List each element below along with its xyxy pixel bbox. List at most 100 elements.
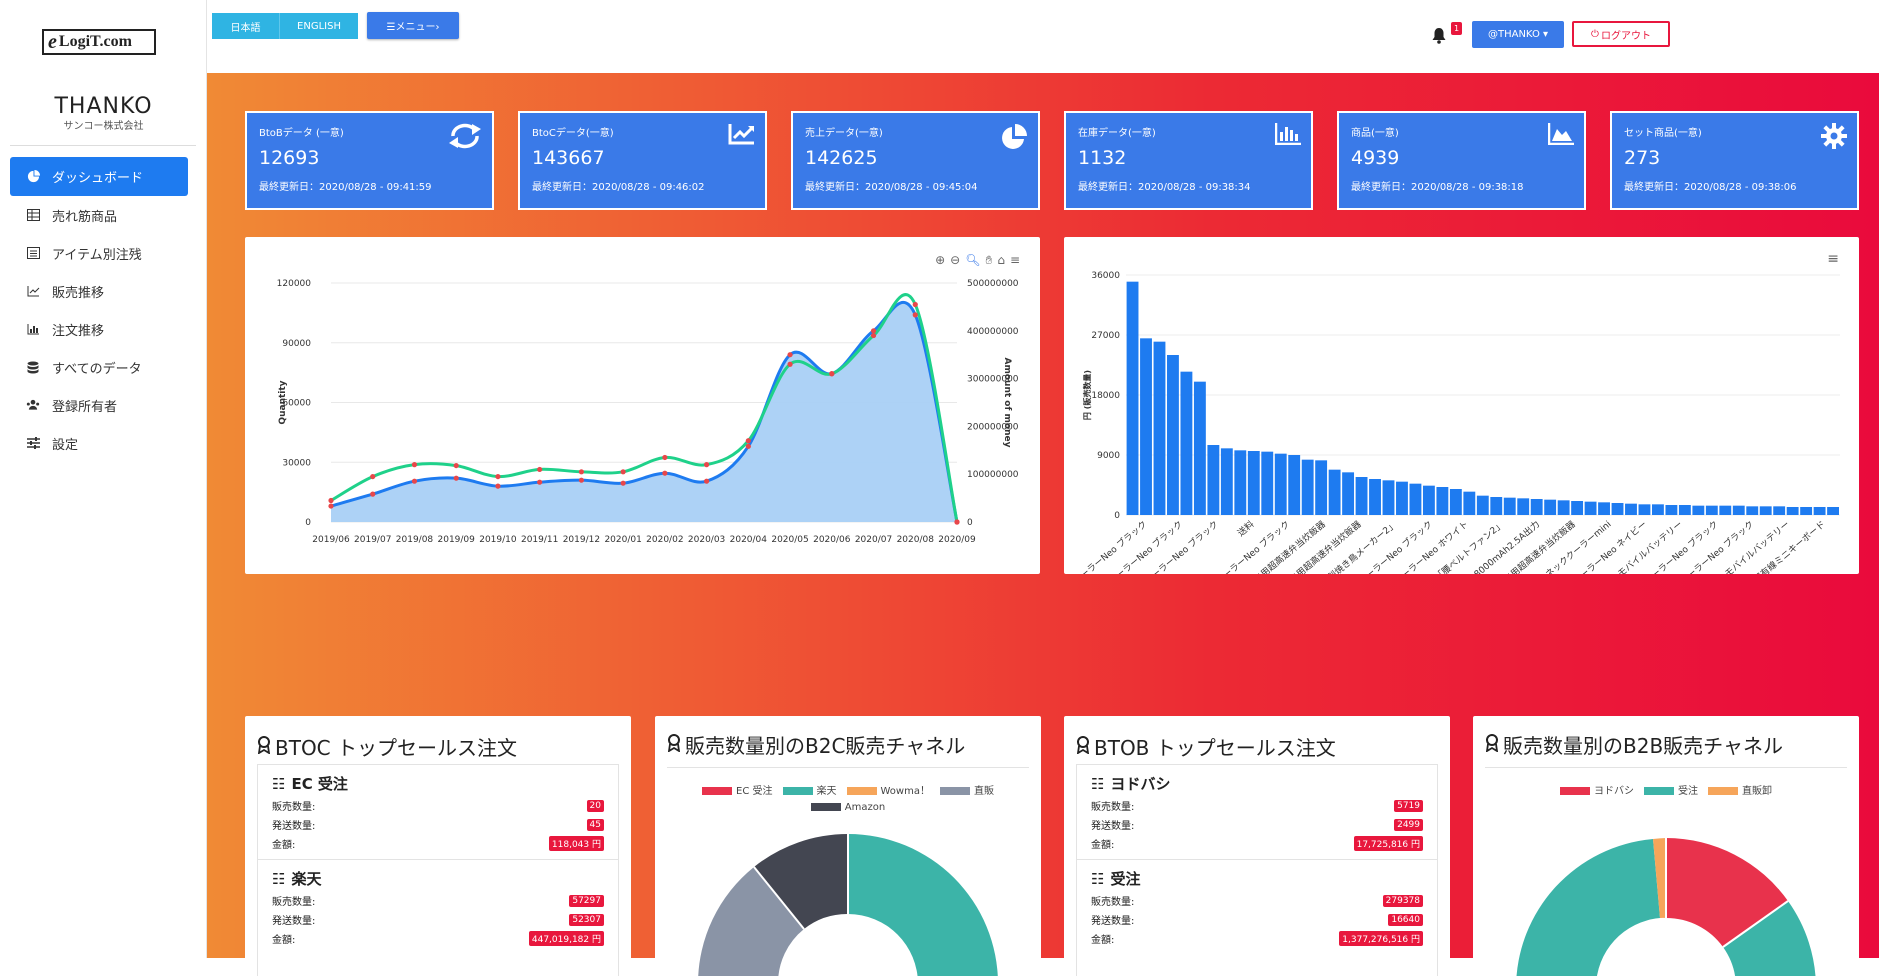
x-tick-label: 2020/06 [813, 535, 851, 545]
bar [1342, 472, 1354, 515]
bar [1571, 501, 1583, 515]
hamburger-icon[interactable]: ≡ [1010, 253, 1020, 268]
amount-point [370, 474, 375, 479]
sidebar-divider [10, 145, 196, 146]
poll-icon [1275, 123, 1301, 149]
sidebar-item-owners[interactable]: 登録所有者 [10, 386, 188, 424]
sync-icon [448, 123, 482, 153]
b2c-title: 販売数量別のB2C販売チャネル [655, 716, 1041, 759]
bar [1140, 338, 1152, 515]
card-value: 12693 [259, 147, 480, 169]
area-chart-icon [1548, 123, 1574, 149]
bar [1760, 506, 1772, 515]
sidebar-item-label: 登録所有者 [52, 396, 117, 415]
amount-point [746, 438, 751, 443]
lang-ja-button[interactable]: 日本語 [212, 13, 280, 39]
sidebar-item-sales-trend[interactable]: 販売推移 [10, 272, 188, 310]
amount-point [495, 474, 500, 479]
legend-item[interactable]: EC 受注 [702, 782, 772, 797]
legend-item[interactable]: 受注 [1644, 782, 1698, 797]
card-value: 4939 [1351, 147, 1572, 169]
logit-logo[interactable]: eLogiT.com [42, 29, 156, 55]
award-icon [667, 733, 681, 757]
bar [1585, 502, 1597, 515]
legend-item[interactable]: ヨドバシ [1560, 782, 1634, 797]
stat-card-inventory[interactable]: 在庫データ(一意) 1132 最終更新日：2020/08/28 - 09:38:… [1064, 111, 1313, 210]
stat-card-btob[interactable]: BtoBデータ (一意) 12693 最終更新日：2020/08/28 - 09… [245, 111, 494, 210]
quantity-area [331, 302, 957, 522]
btoc-group-title: ☷楽天 [272, 868, 604, 889]
pan-icon[interactable]: ✋︎ [985, 253, 992, 268]
bar [1154, 342, 1166, 515]
y2-tick-label: 500000000 [967, 279, 1019, 289]
hamburger-icon[interactable]: ≡ [1827, 251, 1839, 267]
sidebar-item-dashboard[interactable]: ダッシュボード [10, 157, 188, 196]
bar [1544, 500, 1556, 515]
bar [1639, 504, 1651, 515]
value-badge: 2499 [1394, 819, 1423, 831]
legend-item[interactable]: 楽天 [783, 782, 837, 797]
quantity-point [454, 476, 459, 481]
x-tick-label: 2019/12 [563, 535, 600, 545]
x-tick-label: 2019/06 [312, 535, 350, 545]
menu-button[interactable]: ☰メニュー› [367, 12, 459, 39]
btoc-row: 金額:447,019,182 円 [272, 929, 604, 948]
sidebar-item-backorders[interactable]: アイテム別注残 [10, 234, 188, 272]
btoc-row: 販売数量:20 [272, 796, 604, 815]
legend-item[interactable]: Amazon [811, 802, 885, 813]
b2c-channel-panel: 販売数量別のB2C販売チャネル EC 受注 楽天 Wowma！ 直販 Amazo… [655, 716, 1041, 976]
quantity-point [871, 328, 876, 333]
magnify-icon[interactable]: 🔍︎ [965, 253, 980, 268]
bar [1207, 445, 1219, 515]
bar [1665, 505, 1677, 515]
btoc-group-ec: ☷EC 受注 販売数量:20 発送数量:45 金額:118,043 円 [258, 765, 618, 860]
stat-card-btoc[interactable]: BtoCデータ(一意) 143667 最終更新日：2020/08/28 - 09… [518, 111, 767, 210]
quantity-point [370, 492, 375, 497]
y2-tick-label: 0 [967, 518, 973, 528]
legend-item[interactable]: 直販 [940, 782, 994, 797]
amount-point [829, 371, 834, 376]
bar [1356, 477, 1368, 515]
lang-en-button[interactable]: ENGLISH [280, 13, 358, 39]
bar [1221, 448, 1233, 515]
bell-icon[interactable] [1431, 27, 1447, 48]
bestseller-bar-chart-panel: ≡ 09000180002700036000円 (販売数量)ーラーNeo ブラッ… [1064, 237, 1859, 574]
card-value: 142625 [805, 147, 1026, 169]
value-badge: 17,725,816 円 [1354, 836, 1423, 851]
btoc-top-sales-panel: BTOC トップセールス注文 ☷EC 受注 販売数量:20 発送数量:45 金額… [245, 716, 631, 976]
amount-point [328, 498, 333, 503]
sidebar-item-order-trend[interactable]: 注文推移 [10, 310, 188, 348]
bestseller-bar-chart: 09000180002700036000円 (販売数量)ーラーNeo ブラックネ… [1064, 237, 1859, 574]
b2b-legend: ヨドバシ 受注 直販卸 [1473, 782, 1859, 797]
logout-button[interactable]: ⏻ ログアウト [1572, 21, 1670, 47]
home-icon[interactable]: ⌂ [997, 253, 1005, 268]
sidebar-item-label: 設定 [52, 434, 78, 453]
sidebar-item-bestsellers[interactable]: 売れ筋商品 [10, 196, 188, 234]
stat-card-products[interactable]: 商品(一意) 4939 最終更新日：2020/08/28 - 09:38:18 [1337, 111, 1586, 210]
b2b-title: 販売数量別のB2B販売チャネル [1473, 716, 1859, 759]
x-tick-label: 2020/04 [730, 535, 768, 545]
sidebar-item-all-data[interactable]: すべてのデータ [10, 348, 188, 386]
x-tick-label: 2019/08 [396, 535, 434, 545]
trend-icon [728, 123, 755, 149]
legend-item[interactable]: 直販卸 [1708, 782, 1772, 797]
stat-card-set-products[interactable]: セット商品(一意) 273 最終更新日：2020/08/28 - 09:38:0… [1610, 111, 1859, 210]
logout-icon: ⏻ [1591, 29, 1599, 40]
btob-group-yodobashi: ☷ヨドバシ 販売数量:5719 発送数量:2499 金額:17,725,816 … [1077, 765, 1437, 860]
zoom-out-icon[interactable]: ⊖ [950, 253, 960, 268]
amount-point [412, 462, 417, 467]
zoom-in-icon[interactable]: ⊕ [935, 253, 945, 268]
user-menu-button[interactable]: @THANKO ▾ [1472, 21, 1564, 48]
amount-point [454, 463, 459, 468]
bar [1383, 480, 1395, 515]
legend-item[interactable]: Wowma！ [847, 782, 930, 797]
bar [1288, 455, 1300, 515]
btoc-row: 発送数量:45 [272, 815, 604, 834]
stat-card-sales[interactable]: 売上データ(一意) 142625 最終更新日：2020/08/28 - 09:4… [791, 111, 1040, 210]
x-tick-label: 2020/05 [771, 535, 808, 545]
list-icon: ☷ [272, 870, 285, 888]
line-chart-icon [26, 284, 40, 298]
bar [1773, 506, 1785, 515]
x-tick-label: 2020/07 [855, 535, 892, 545]
sidebar-item-settings[interactable]: 設定 [10, 424, 188, 462]
